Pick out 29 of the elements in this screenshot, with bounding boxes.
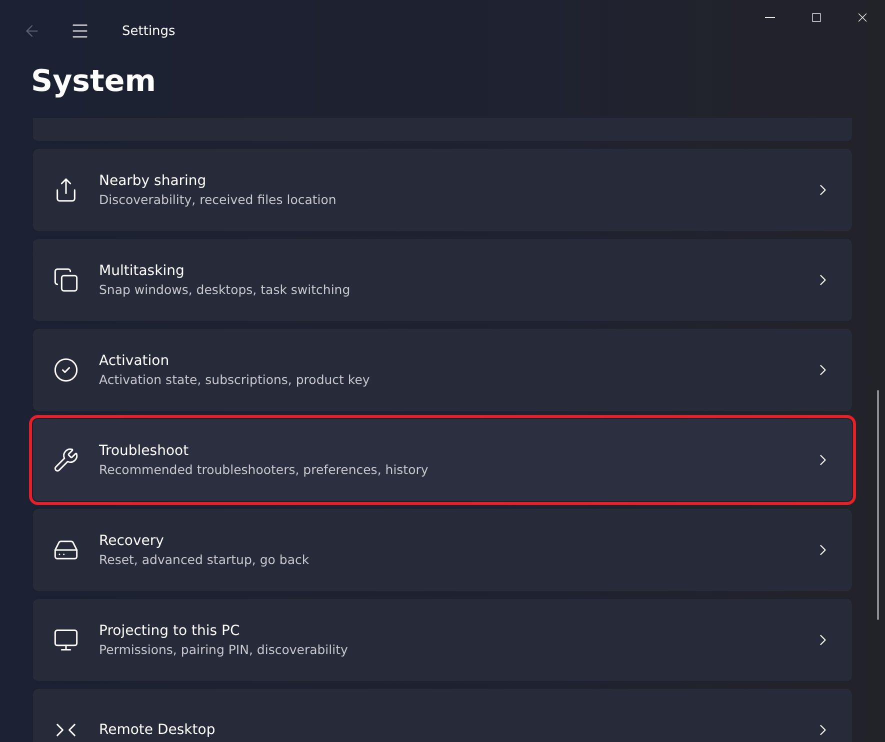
settings-item[interactable]: Troubleshoot Recommended troubleshooters, preferences, history: [33, 419, 852, 501]
item-title: Recovery: [99, 533, 165, 549]
monitor-icon: [53, 627, 79, 653]
scrollbar-thumb[interactable]: [877, 390, 879, 620]
item-title: Remote Desktop: [99, 722, 216, 738]
overlapping-windows-icon: [53, 267, 79, 293]
item-title: Multitasking: [99, 263, 186, 279]
settings-item[interactable]: Remote Desktop: [33, 689, 852, 742]
page-title: System: [31, 63, 156, 101]
window-title: Settings: [122, 24, 176, 38]
item-description: Discoverability, received files location: [99, 192, 338, 207]
check-circle-icon: [53, 357, 79, 383]
item-title: Projecting to this PC: [99, 623, 241, 639]
item-description: Permissions, pairing PIN, discoverability: [99, 642, 349, 657]
settings-item[interactable]: Projecting to this PC Permissions, pairing PIN, discoverability: [33, 599, 852, 681]
wrench-icon: [53, 447, 79, 473]
item-description: Reset, advanced startup, go back: [99, 552, 310, 567]
item-description: Activation state, subscriptions, product key: [99, 372, 371, 387]
item-title: Nearby sharing: [99, 173, 208, 189]
maximize-icon: [810, 12, 822, 22]
settings-item[interactable]: Multitasking Snap windows, desktops, task switching: [33, 239, 852, 321]
item-title: Activation: [99, 353, 170, 369]
item-description: Snap windows, desktops, task switching: [99, 282, 352, 297]
settings-item[interactable]: Activation Activation state, subscriptions, product key: [33, 329, 852, 411]
item-description: Recommended troubleshooters, preferences, history: [99, 462, 430, 477]
settings-item[interactable]: Recovery Reset, advanced startup, go back: [33, 509, 852, 591]
minimize-icon: [765, 16, 775, 18]
settings-item[interactable]: Nearby sharing Discoverability, received files location: [33, 149, 852, 231]
item-title: Troubleshoot: [99, 443, 190, 459]
